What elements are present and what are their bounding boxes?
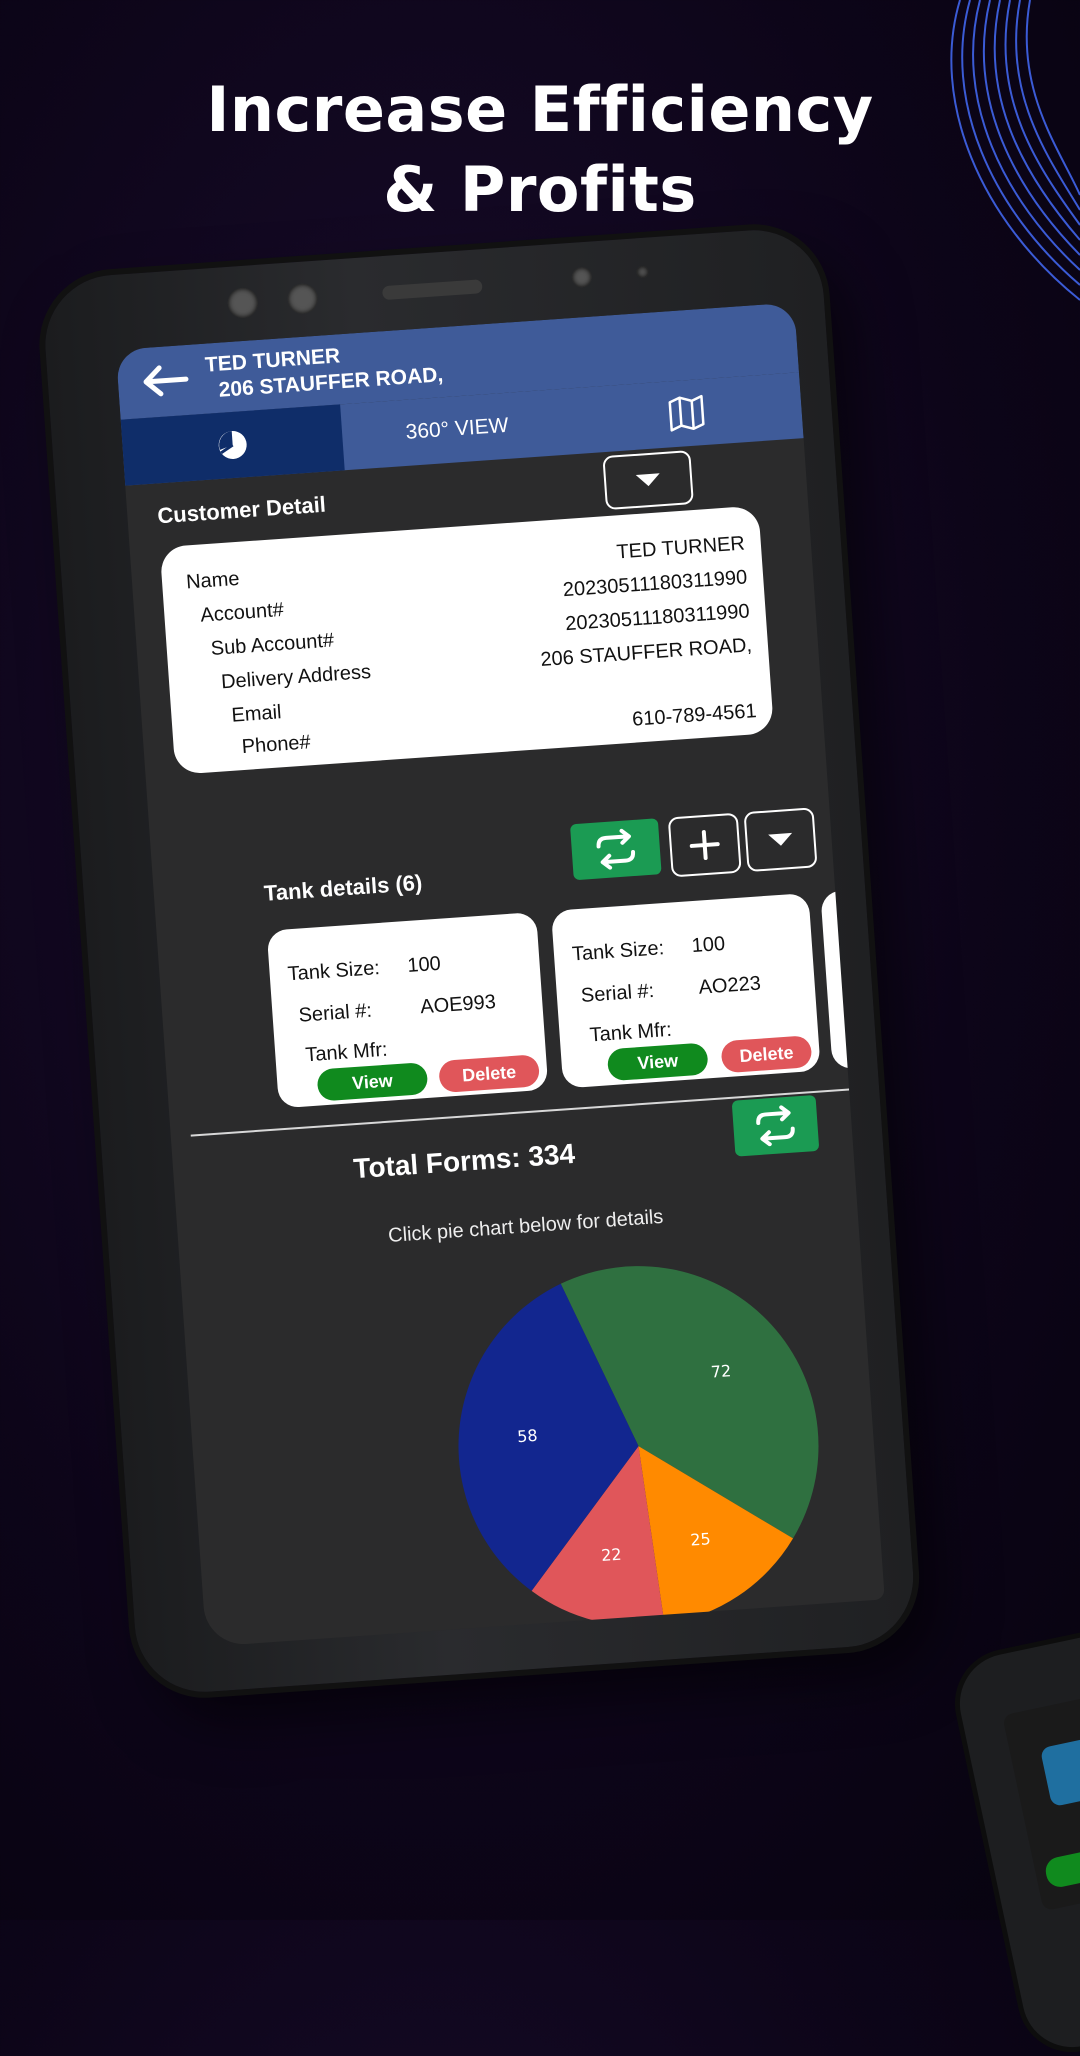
delete-tank-button[interactable]: Delete xyxy=(720,1035,813,1074)
tank-card-partial[interactable] xyxy=(820,887,885,1070)
serial-value: AO223 xyxy=(697,972,762,999)
customer-detail-title: Customer Detail xyxy=(156,491,327,529)
row-value: 610-789-4561 xyxy=(631,700,758,731)
customer-detail-card: Name TED TURNER Account# 202305111803119… xyxy=(159,505,775,775)
pie-slice-label: 25 xyxy=(690,1529,712,1549)
view-tank-button[interactable]: View xyxy=(606,1042,709,1082)
refresh-icon xyxy=(756,1105,795,1147)
serial-label: Serial #: xyxy=(297,999,373,1027)
tank-size-value: 100 xyxy=(406,952,442,978)
sensor-icon xyxy=(636,265,650,279)
chevron-down-icon xyxy=(768,832,793,847)
phone-mockup: TED TURNER 206 STAUFFER ROAD, 360° VIEW xyxy=(40,193,1080,1766)
row-label: Name xyxy=(185,567,241,594)
tank-card: Tank Size: 100 Serial #: AO223 Tank Mfr:… xyxy=(550,892,821,1089)
serial-value: AOE993 xyxy=(419,991,497,1019)
refresh-icon xyxy=(596,828,636,870)
second-phone-button xyxy=(1043,1847,1080,1890)
tab-chart[interactable] xyxy=(120,404,345,486)
plus-icon xyxy=(689,830,720,860)
pie-slice-label: 72 xyxy=(710,1361,732,1381)
headline-line-1: Increase Efficiency xyxy=(206,73,874,146)
app-screen: TED TURNER 206 STAUFFER ROAD, 360° VIEW xyxy=(115,302,885,1647)
second-phone-card xyxy=(1039,1723,1080,1808)
tank-details-title: Tank details (6) xyxy=(263,869,424,906)
tank-mfr-label: Tank Mfr: xyxy=(588,1018,673,1047)
earpiece-speaker xyxy=(381,279,483,301)
row-value: TED TURNER xyxy=(615,532,746,564)
sensor-icon xyxy=(571,266,593,288)
phone-body: TED TURNER 206 STAUFFER ROAD, 360° VIEW xyxy=(40,225,918,1697)
total-forms-count: Total Forms: 334 xyxy=(352,1137,576,1185)
row-value: 20230511180311990 xyxy=(564,600,751,636)
row-label: Phone# xyxy=(241,731,312,759)
pie-chart-hint: Click pie chart below for details xyxy=(387,1205,665,1248)
row-label: Account# xyxy=(199,598,285,627)
pie-slice-label: 22 xyxy=(601,1545,623,1565)
delete-tank-button[interactable]: Delete xyxy=(438,1054,541,1094)
tank-dropdown-button[interactable] xyxy=(743,807,818,873)
tank-card: Tank Size: 100 Serial #: AOE993 Tank Mfr… xyxy=(266,911,549,1109)
map-icon xyxy=(668,394,705,432)
headline: Increase Efficiency & Profits xyxy=(0,70,1080,230)
tank-mfr-label: Tank Mfr: xyxy=(304,1038,389,1067)
forms-pie-chart[interactable]: 72 25 22 58 xyxy=(425,1233,852,1647)
tank-size-label: Tank Size: xyxy=(571,937,665,966)
row-label: Delivery Address xyxy=(220,660,372,694)
row-value: 20230511180311990 xyxy=(562,566,748,602)
view-tank-button[interactable]: View xyxy=(316,1061,429,1102)
tank-refresh-button[interactable] xyxy=(569,818,662,881)
pie-chart-icon xyxy=(218,430,247,459)
tank-size-label: Tank Size: xyxy=(286,957,381,986)
row-label: Email xyxy=(230,701,283,727)
chevron-down-icon xyxy=(635,473,661,487)
camera-lens-icon xyxy=(226,286,259,319)
forms-refresh-button[interactable] xyxy=(731,1094,820,1157)
customer-detail-dropdown-button[interactable] xyxy=(602,450,694,511)
tank-size-value: 100 xyxy=(690,932,726,958)
add-tank-button[interactable] xyxy=(667,812,742,878)
serial-label: Serial #: xyxy=(580,979,655,1008)
second-phone-mockup xyxy=(950,1623,1080,2056)
second-phone-screen xyxy=(1002,1686,1080,1912)
camera-lens-icon xyxy=(286,282,319,315)
tab-360-label: 360° VIEW xyxy=(404,413,510,444)
pie-slice-label: 58 xyxy=(517,1426,539,1446)
row-label: Sub Account# xyxy=(210,629,335,660)
back-arrow-icon[interactable] xyxy=(139,361,191,400)
